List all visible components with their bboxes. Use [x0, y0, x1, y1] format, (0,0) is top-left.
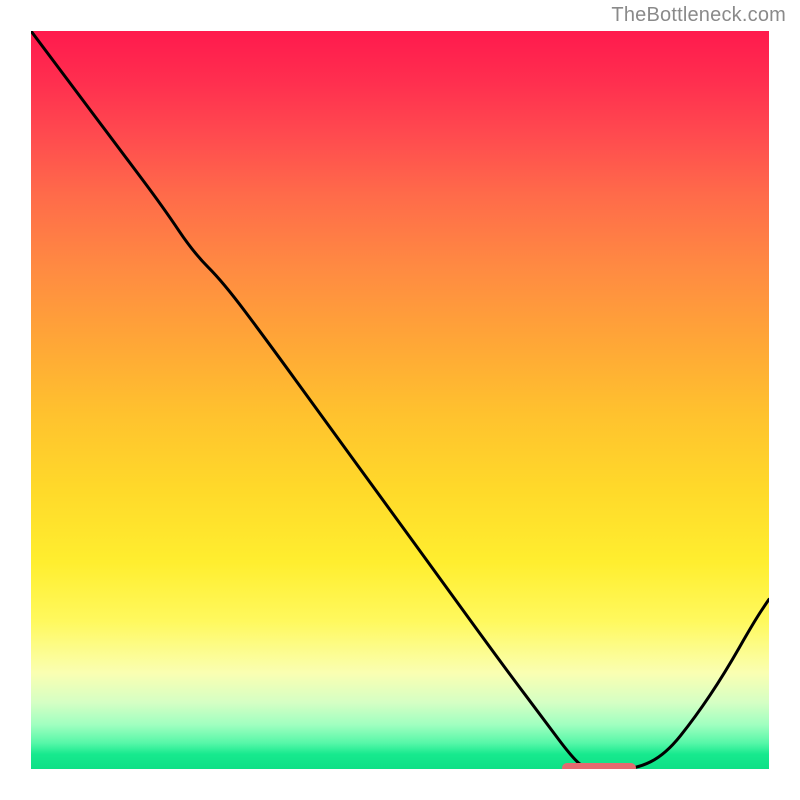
optimal-range-marker [562, 763, 636, 770]
attribution-label: TheBottleneck.com [611, 4, 786, 27]
bottleneck-curve [31, 31, 769, 769]
plot-area [31, 31, 769, 769]
chart-svg [31, 31, 769, 769]
